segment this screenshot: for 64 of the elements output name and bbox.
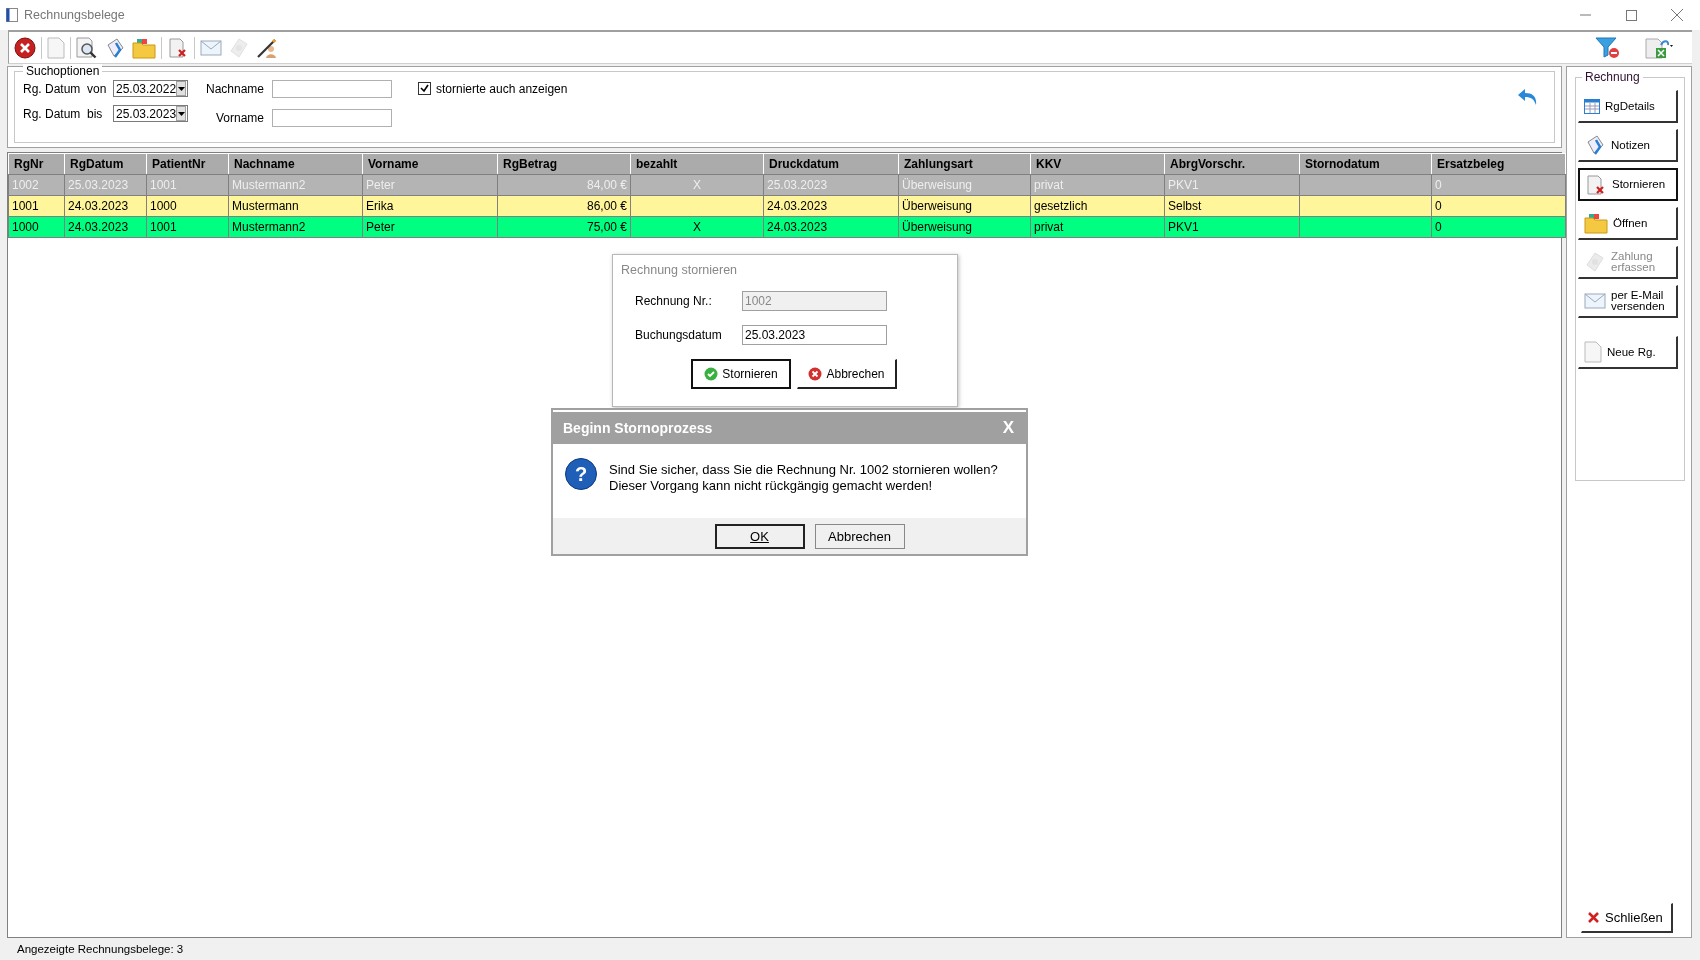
dialog-button[interactable]: Abbrechen xyxy=(814,523,905,549)
side-button[interactable]: Stornieren xyxy=(1578,168,1678,201)
firstname-label: Vorname xyxy=(214,110,264,125)
table-icon xyxy=(1584,98,1600,114)
envelope-icon xyxy=(1584,293,1606,309)
table-cell: 1000 xyxy=(8,216,65,238)
caret-icon xyxy=(177,111,185,116)
checkbox-label: stornierte auch anzeigen xyxy=(436,81,568,96)
dialog-title: Rechnung stornieren xyxy=(621,263,739,277)
checkbox[interactable] xyxy=(418,82,431,95)
column-header[interactable]: Vorname xyxy=(362,153,498,175)
side-button[interactable]: RgDetails xyxy=(1578,90,1678,123)
side-button[interactable]: Neue Rg. xyxy=(1578,336,1678,369)
firstname-field[interactable] xyxy=(272,108,392,127)
dialog-title: Beginn Stornoprozess xyxy=(563,420,713,436)
window-title: Rechnungsbelege xyxy=(24,8,126,22)
question-icon: ? xyxy=(565,458,597,490)
side-button[interactable]: Öffnen xyxy=(1578,207,1678,240)
column-header[interactable]: KKV xyxy=(1030,153,1165,175)
field-label: Buchungsdatum xyxy=(635,328,723,342)
column-header[interactable]: bezahlt xyxy=(630,153,764,175)
input-field[interactable]: 25.03.2023 xyxy=(742,325,887,345)
table-cell: 1002 xyxy=(8,174,65,196)
column-header[interactable]: Stornodatum xyxy=(1299,153,1432,175)
dialog-button[interactable]: Abbrechen xyxy=(797,359,897,389)
table-cell: 1001 xyxy=(8,195,65,217)
close-icon xyxy=(1588,912,1599,923)
lastname-field[interactable] xyxy=(272,79,392,98)
caret-icon xyxy=(177,86,185,91)
column-header[interactable]: RgNr xyxy=(8,153,65,175)
search-icon[interactable] xyxy=(76,34,98,61)
date-dropdown[interactable]: 25.03.2023 xyxy=(113,105,188,122)
dialog-button[interactable]: Stornieren xyxy=(691,359,791,389)
window-icon xyxy=(6,8,18,22)
dialog-message: Sind Sie sicher, dass Sie die Rechnung Nr. 1002 stornieren wollen? Dieser Vorgang kann nicht rückgängig gemacht werden! xyxy=(609,462,998,494)
side-button[interactable]: per E-Mail versenden xyxy=(1578,285,1678,318)
column-header[interactable]: Zahlungsart xyxy=(898,153,1031,175)
date-dropdown[interactable]: 25.03.2022 xyxy=(113,80,188,97)
column-header[interactable]: Ersatzbeleg xyxy=(1431,153,1566,175)
column-header[interactable]: PatientNr xyxy=(146,153,229,175)
lastname-label: Nachname xyxy=(204,81,264,96)
column-header[interactable]: RgBetrag xyxy=(497,153,631,175)
side-button[interactable]: Notizen xyxy=(1578,129,1678,162)
close-window-button[interactable]: Schließen xyxy=(1581,903,1673,933)
column-header[interactable]: Nachname xyxy=(228,153,363,175)
status-text: Angezeigte Rechnungsbelege: 3 xyxy=(17,943,184,955)
dialog-button[interactable]: OK xyxy=(714,523,805,549)
check-icon xyxy=(704,367,719,381)
column-header[interactable]: Druckdatum xyxy=(763,153,899,175)
column-header[interactable]: AbrgVorschr. xyxy=(1164,153,1300,175)
date-label: Rg. Datum bis xyxy=(23,106,104,121)
maximize-icon[interactable] xyxy=(1625,9,1637,21)
group-title: Rechnung xyxy=(1582,70,1643,84)
page-delete-icon xyxy=(1585,173,1607,196)
column-header[interactable]: RgDatum xyxy=(64,153,147,175)
filter-remove-icon[interactable] xyxy=(1595,34,1621,61)
folder-icon xyxy=(1584,212,1608,234)
field-label: Rechnung Nr.: xyxy=(635,294,713,308)
close-icon xyxy=(808,366,823,381)
close-icon[interactable] xyxy=(14,34,36,61)
date-label: Rg. Datum von xyxy=(23,81,105,96)
group-title: Suchoptionen xyxy=(23,64,103,78)
page-icon xyxy=(1584,341,1602,363)
close-icon[interactable] xyxy=(1671,9,1683,21)
